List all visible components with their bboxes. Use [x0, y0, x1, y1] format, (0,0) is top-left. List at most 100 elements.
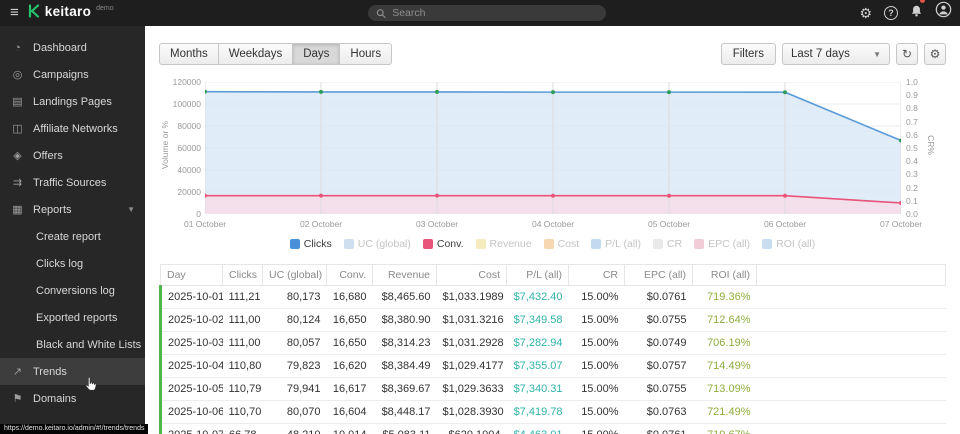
column-header-p-l-all[interactable]: P/L (all) [507, 265, 569, 286]
column-header-day[interactable]: Day [161, 265, 223, 286]
column-header-revenue[interactable]: Revenue [373, 265, 437, 286]
y2-tick-label: 1.0 [906, 78, 930, 87]
y-tick-label: 120000 [159, 78, 201, 87]
cell-clicks: 111,21 [223, 286, 263, 309]
cell-revenue: $8,369.67 [373, 378, 437, 401]
table-row[interactable]: 2025-10-06110,7080,07016,604$8,448.17$1,… [161, 401, 946, 424]
cell-epc-all: $0.0761 [625, 286, 693, 309]
notifications-bell-icon[interactable] [910, 0, 923, 26]
column-header-filler [757, 265, 946, 286]
cell-revenue: $8,384.49 [373, 355, 437, 378]
cell-uc-global: 48,210 [263, 424, 327, 434]
column-header-uc-global[interactable]: UC (global) [263, 265, 327, 286]
tab-days[interactable]: Days [293, 43, 340, 65]
period-tabs: MonthsWeekdaysDaysHours [159, 43, 392, 65]
y-tick-label: 20000 [159, 188, 201, 197]
sidebar-item-label: Reports [33, 204, 72, 216]
legend-item-cost[interactable]: Cost [544, 238, 580, 250]
legend-label: P/L (all) [605, 238, 641, 250]
cell-clicks: 111,00 [223, 332, 263, 355]
help-icon[interactable]: ? [884, 6, 898, 20]
y-tick-label: 60000 [159, 144, 201, 153]
sidebar-item-label: Offers [33, 150, 63, 162]
sidebar-item-dashboard[interactable]: ◔Dashboard [0, 34, 145, 61]
cell-cr: 15.00% [569, 401, 625, 424]
table-row[interactable]: 2025-10-05110,7979,94116,617$8,369.67$1,… [161, 378, 946, 401]
column-header-cr[interactable]: CR [569, 265, 625, 286]
column-header-cost[interactable]: Cost [437, 265, 507, 286]
y-tick-label: 80000 [159, 122, 201, 131]
tab-hours[interactable]: Hours [340, 43, 392, 65]
cell-roi-all: 713.09% [693, 378, 757, 401]
sidebar-item-label: Dashboard [33, 42, 87, 54]
legend-item-cr[interactable]: CR [653, 238, 682, 250]
legend-item-conv[interactable]: Conv. [423, 238, 464, 250]
tab-weekdays[interactable]: Weekdays [219, 43, 293, 65]
cell-filler [757, 332, 946, 355]
column-header-epc-all[interactable]: EPC (all) [625, 265, 693, 286]
sidebar-item-black-and-white-lists[interactable]: Black and White Lists [0, 331, 145, 358]
cell-clicks: 110,80 [223, 355, 263, 378]
sidebar-item-trends[interactable]: ↗Trends [0, 358, 145, 385]
sidebar-item-exported-reports[interactable]: Exported reports [0, 304, 145, 331]
tab-months[interactable]: Months [159, 43, 219, 65]
date-range-select[interactable]: Last 7 days ▼ [782, 43, 890, 65]
column-header-conv[interactable]: Conv. [327, 265, 373, 286]
search-input[interactable] [392, 7, 598, 19]
cell-revenue: $8,448.17 [373, 401, 437, 424]
sidebar-item-label: Domains [33, 393, 76, 405]
legend-item-p-l-all[interactable]: P/L (all) [591, 238, 641, 250]
legend-label: ROI (all) [776, 238, 815, 250]
x-tick-label: 03 October [397, 220, 477, 229]
cell-uc-global: 80,057 [263, 332, 327, 355]
legend-label: Cost [558, 238, 580, 250]
table-row[interactable]: 2025-10-01111,2180,17316,680$8,465.60$1,… [161, 286, 946, 309]
cell-conv: 16,680 [327, 286, 373, 309]
cell-conv: 16,650 [327, 332, 373, 355]
y2-tick-label: 0.8 [906, 104, 930, 113]
cell-conv: 16,620 [327, 355, 373, 378]
sidebar-item-create-report[interactable]: Create report [0, 223, 145, 250]
sidebar-item-affiliate-networks[interactable]: ◫Affiliate Networks [0, 115, 145, 142]
search-icon [376, 8, 386, 19]
reports-icon: ▦ [10, 203, 25, 216]
table-row[interactable]: 2025-10-0766,7848,21010,014$5,083.11$620… [161, 424, 946, 434]
refresh-button[interactable]: ↻ [896, 43, 918, 65]
sidebar-item-landings-pages[interactable]: ▤Landings Pages [0, 88, 145, 115]
legend-item-epc-all[interactable]: EPC (all) [694, 238, 750, 250]
keitaro-logo[interactable]: keitaro demo [28, 3, 114, 23]
cell-p-l-all: $7,432.40 [507, 286, 569, 309]
legend-swatch [762, 239, 772, 249]
landings-pages-icon: ▤ [10, 95, 25, 108]
table-row[interactable]: 2025-10-04110,8079,82316,620$8,384.49$1,… [161, 355, 946, 378]
sidebar-item-reports[interactable]: ▦Reports▼ [0, 196, 145, 223]
sidebar-item-domains[interactable]: ⚑Domains [0, 385, 145, 412]
cell-filler [757, 378, 946, 401]
user-avatar[interactable] [935, 0, 952, 26]
date-range-value: Last 7 days [791, 48, 850, 60]
settings-gear-icon[interactable]: ⚙ [859, 0, 872, 26]
legend-item-uc-global[interactable]: UC (global) [344, 238, 411, 250]
sidebar-item-campaigns[interactable]: ◎Campaigns [0, 61, 145, 88]
sidebar-item-offers[interactable]: ◈Offers [0, 142, 145, 169]
column-header-roi-all[interactable]: ROI (all) [693, 265, 757, 286]
table-row[interactable]: 2025-10-02111,0080,12416,650$8,380.90$1,… [161, 309, 946, 332]
filters-button[interactable]: Filters [721, 43, 776, 65]
table-row[interactable]: 2025-10-03111,0080,05716,650$8,314.23$1,… [161, 332, 946, 355]
legend-item-revenue[interactable]: Revenue [476, 238, 532, 250]
cell-filler [757, 401, 946, 424]
sidebar-item-clicks-log[interactable]: Clicks log [0, 250, 145, 277]
sidebar-item-conversions-log[interactable]: Conversions log [0, 277, 145, 304]
column-header-clicks[interactable]: Clicks [223, 265, 263, 286]
cell-cost: $1,029.4177 [437, 355, 507, 378]
cell-epc-all: $0.0749 [625, 332, 693, 355]
chart-settings-button[interactable]: ⚙ [924, 43, 946, 65]
cell-uc-global: 79,823 [263, 355, 327, 378]
hamburger-menu-icon[interactable]: ≡ [0, 0, 28, 26]
cell-day: 2025-10-05 [161, 378, 223, 401]
x-tick-label: 06 October [745, 220, 825, 229]
legend-item-clicks[interactable]: Clicks [290, 238, 332, 250]
legend-item-roi-all[interactable]: ROI (all) [762, 238, 815, 250]
notification-dot [920, 0, 925, 3]
sidebar-item-traffic-sources[interactable]: ⇉Traffic Sources [0, 169, 145, 196]
